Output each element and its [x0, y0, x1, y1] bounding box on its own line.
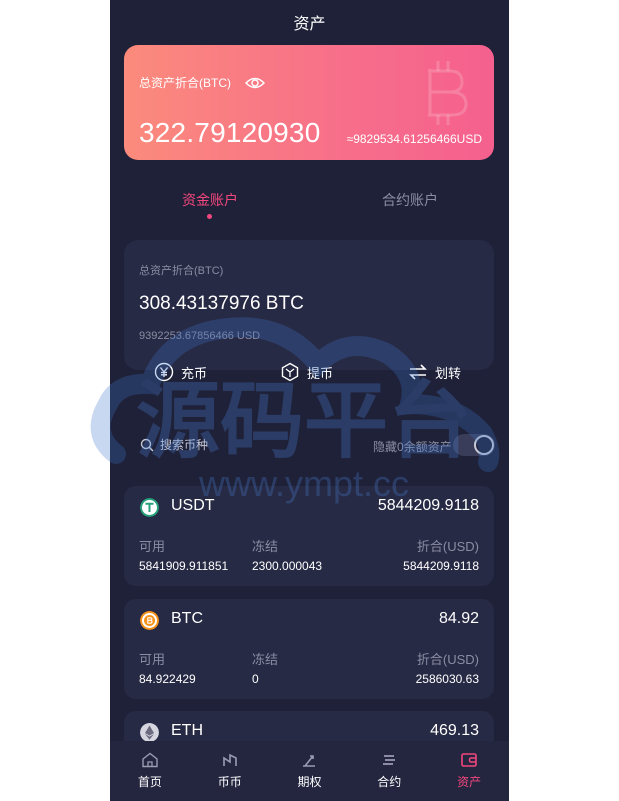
eye-icon[interactable]: [245, 76, 265, 90]
frozen-header: 冻结: [252, 539, 279, 554]
action-row: 充币 提币 划转: [110, 360, 509, 388]
nav-options[interactable]: 期权: [270, 741, 350, 801]
hero-total-usd: ≈9829534.61256466USD: [346, 132, 482, 146]
nav-assets[interactable]: 资产: [429, 741, 509, 801]
value-usd-header: 折合(USD): [416, 652, 479, 667]
search-row: 搜索币种 隐藏0余额资产: [110, 432, 509, 460]
account-total-usd: 9392253.67856466 USD: [139, 330, 261, 342]
coin-name: BTC: [171, 610, 203, 627]
hide-zero-toggle[interactable]: [453, 434, 495, 456]
nav-home-label: 首页: [137, 775, 162, 789]
option-icon: [303, 755, 316, 767]
coin-name: USDT: [171, 497, 215, 514]
tab-funding-account[interactable]: 资金账户: [182, 190, 238, 210]
toggle-knob: [474, 435, 494, 455]
value-usd: 2586030.63: [415, 672, 479, 686]
hero-total-label: 总资产折合(BTC): [139, 76, 231, 90]
page-header: 资产: [110, 0, 509, 44]
hero-label-row: 总资产折合(BTC): [139, 74, 265, 91]
frozen-header: 冻结: [252, 652, 279, 667]
coin-amount: 469.13: [430, 722, 479, 739]
coin-amount: 84.92: [438, 610, 479, 627]
coin-trade-icon: [222, 753, 237, 766]
frozen-value: 2300.000043: [252, 559, 323, 573]
deposit-button[interactable]: 充币: [154, 362, 207, 382]
account-total-btc: 308.43137976 BTC: [139, 293, 304, 314]
nav-coin-trade[interactable]: 币币: [190, 741, 270, 801]
transfer-icon: [409, 364, 427, 380]
available-header: 可用: [139, 539, 166, 554]
account-total-label: 总资产折合(BTC): [139, 265, 224, 277]
coin-name: ETH: [171, 722, 203, 739]
account-tabs: 资金账户 合约账户: [110, 180, 509, 220]
deposit-label: 充币: [181, 365, 208, 381]
nav-contract-label: 合约: [377, 775, 402, 789]
value-usd: 5844209.9118: [403, 559, 479, 573]
page-title: 资产: [293, 16, 326, 33]
bottom-nav: 首页 币币 期权 合约 资产: [110, 741, 509, 801]
transfer-label: 划转: [435, 365, 462, 381]
available-value: 84.922429: [139, 672, 196, 686]
nav-options-label: 期权: [297, 775, 322, 789]
funding-account-card: 总资产折合(BTC) 308.43137976 BTC 9392253.6785…: [124, 240, 494, 370]
app-screen: 资产 总资产折合(BTC) 322.79120930 ≈9829534.6125…: [110, 0, 509, 801]
wallet-icon: [461, 753, 477, 767]
search-icon: [140, 438, 154, 452]
coin-amount: 5844209.9118: [377, 497, 479, 514]
search-coin-input[interactable]: 搜索币种: [140, 436, 208, 453]
coin-card-btc[interactable]: BTC 84.92 可用 冻结 折合(USD) 84.922429 0 2586…: [124, 599, 494, 699]
contract-icon: [383, 755, 396, 765]
available-value: 5841909.911851: [139, 559, 229, 573]
nav-coin-trade-label: 币币: [217, 775, 242, 789]
eth-icon: [140, 723, 159, 742]
transfer-button[interactable]: 划转: [408, 362, 461, 382]
withdraw-label: 提币: [307, 365, 334, 381]
tab-contract-account[interactable]: 合约账户: [382, 190, 438, 210]
hero-total-btc: 322.79120930: [139, 117, 321, 148]
value-usd-header: 折合(USD): [416, 539, 479, 554]
active-tab-indicator: [207, 214, 212, 219]
coin-card-usdt[interactable]: USDT 5844209.9118 可用 冻结 折合(USD) 5841909.…: [124, 486, 494, 586]
btc-icon: [140, 611, 159, 630]
frozen-value: 0: [252, 672, 259, 686]
yen-circle-icon: [154, 362, 174, 382]
nav-contract[interactable]: 合约: [349, 741, 429, 801]
withdraw-button[interactable]: 提币: [280, 362, 333, 382]
total-assets-card: 总资产折合(BTC) 322.79120930 ≈9829534.6125646…: [124, 45, 494, 160]
hide-zero-label: 隐藏0余额资产: [373, 440, 452, 454]
home-icon: [142, 752, 158, 768]
search-placeholder: 搜索币种: [160, 438, 209, 452]
hexagon-icon: [281, 362, 299, 382]
available-header: 可用: [139, 652, 166, 667]
nav-assets-label: 资产: [457, 775, 482, 789]
nav-home[interactable]: 首页: [110, 741, 190, 801]
bitcoin-watermark-icon: [428, 61, 468, 125]
usdt-icon: [140, 498, 159, 517]
